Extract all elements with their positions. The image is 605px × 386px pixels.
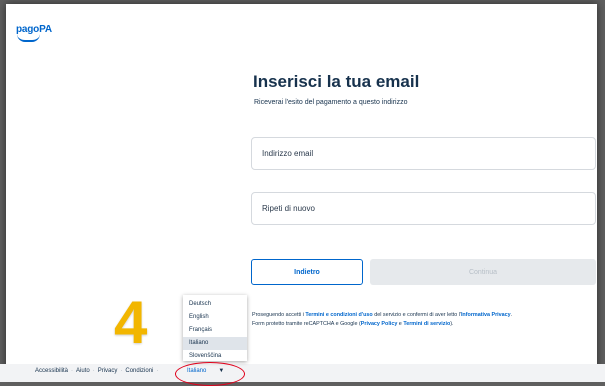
recaptcha-privacy-link[interactable]: Privacy Policy — [361, 321, 398, 327]
confirm-email-field[interactable] — [251, 192, 596, 225]
recaptcha-text: ). — [450, 320, 454, 327]
language-option-deutsch[interactable]: Deutsch — [183, 298, 247, 311]
checkout-page: pagoPA Inserisci la tua email Riceverai … — [6, 4, 597, 372]
continue-button[interactable]: Continua — [370, 259, 596, 285]
page-subtitle: Riceverai l'esito del pagamento a questo… — [254, 99, 408, 106]
pagopa-logo-arc — [17, 34, 40, 42]
back-button[interactable]: Indietro — [251, 259, 363, 285]
step-number-annotation: 4 — [114, 289, 148, 356]
language-option-slovenscina[interactable]: Slovenščina — [183, 350, 247, 360]
confirm-email-input[interactable] — [252, 193, 595, 224]
email-input[interactable] — [252, 138, 595, 169]
legal-text: Proseguendo accetti i — [252, 312, 306, 318]
footer-separator: · — [120, 368, 123, 374]
footer-link-accessibility[interactable]: Accessibilità — [35, 368, 68, 374]
email-field[interactable] — [251, 137, 596, 170]
language-dropdown: Deutsch English Français Italiano Sloven… — [183, 295, 247, 361]
legal-text: del servizio e confermi di aver letto l' — [372, 312, 461, 318]
legal-text: . — [510, 312, 513, 318]
terms-link[interactable]: Termini e condizioni d'uso — [305, 312, 372, 318]
legal-notice: Proseguendo accetti i Termini e condizio… — [252, 311, 597, 328]
footer-links: Accessibilità · Aiuto · Privacy · Condizioni · — [35, 368, 161, 374]
page-title: Inserisci la tua email — [253, 72, 420, 91]
language-option-francais[interactable]: Français — [183, 324, 247, 337]
footer-separator: · — [71, 368, 74, 374]
language-option-italiano[interactable]: Italiano — [183, 337, 247, 350]
footer-separator: · — [92, 368, 95, 374]
footer-link-conditions[interactable]: Condizioni — [125, 368, 153, 374]
footer-link-privacy[interactable]: Privacy — [98, 368, 118, 374]
language-option-english[interactable]: English — [183, 311, 247, 324]
recaptcha-terms-link[interactable]: Termini di servizio — [403, 321, 450, 327]
footer-separator: · — [156, 368, 159, 374]
footer-link-help[interactable]: Aiuto — [76, 368, 90, 374]
privacy-link[interactable]: Informativa Privacy — [461, 312, 511, 318]
highlight-ellipse — [175, 362, 245, 386]
recaptcha-text: Form protetto tramite reCAPTCHA e Google… — [252, 320, 361, 327]
footer: Accessibilità · Aiuto · Privacy · Condizioni · … — [0, 364, 605, 382]
